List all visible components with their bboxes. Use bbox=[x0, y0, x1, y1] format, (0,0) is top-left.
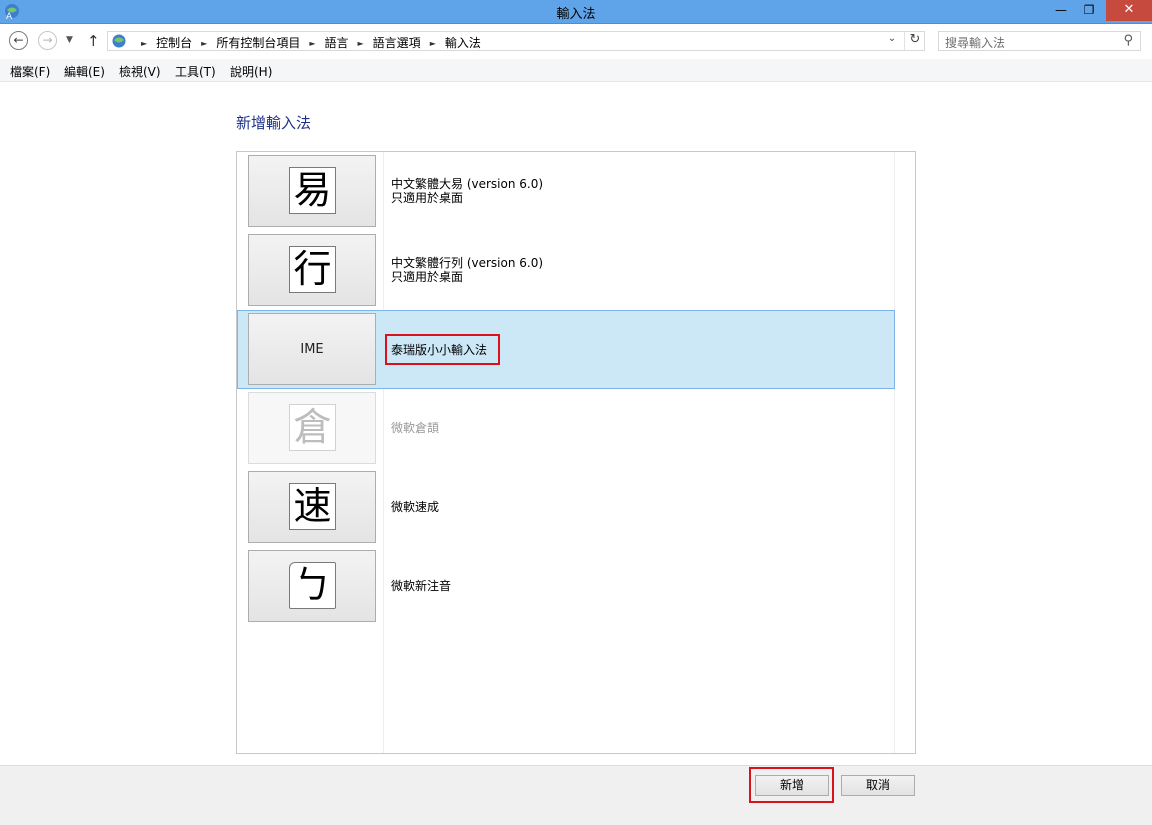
minimize-button[interactable]: — bbox=[1048, 0, 1074, 21]
up-button[interactable]: ↑ bbox=[87, 32, 100, 50]
search-icon: ⚲ bbox=[1123, 33, 1133, 48]
control-panel-icon bbox=[112, 34, 126, 48]
item-label: 中文繁體行列 (version 6.0) bbox=[391, 256, 544, 270]
breadcrumb-item[interactable]: 語言選項 bbox=[373, 36, 421, 50]
breadcrumb-item[interactable]: 語言 bbox=[325, 36, 349, 50]
list-item-text: 微軟速成 bbox=[391, 500, 439, 514]
breadcrumb: ► 控制台 ► 所有控制台項目 ► 語言 ► 語言選項 ► 輸入法 bbox=[132, 34, 481, 51]
breadcrumb-separator: ► bbox=[429, 39, 436, 48]
page-title: 新增輸入法 bbox=[236, 114, 312, 132]
ime-tile-xiaoxiao[interactable]: IME bbox=[248, 313, 376, 385]
list-item-text: 中文繁體行列 (version 6.0) 只適用於桌面 bbox=[391, 256, 543, 284]
arrow-up-icon: ↑ bbox=[87, 32, 100, 50]
recent-pages-button[interactable]: ▼ bbox=[66, 35, 73, 45]
quick-glyph-icon: 速 bbox=[289, 483, 336, 530]
close-button[interactable]: ✕ bbox=[1106, 0, 1152, 21]
arrow-right-icon: → bbox=[42, 33, 53, 47]
address-dropdown-button[interactable]: ⌄ bbox=[884, 33, 900, 44]
refresh-button[interactable]: ↻ bbox=[904, 32, 925, 50]
list-item-text: 中文繁體大易 (version 6.0) 只適用於桌面 bbox=[391, 177, 543, 205]
ime-tile-array[interactable]: 行 bbox=[248, 234, 376, 306]
dialog-footer bbox=[0, 765, 1152, 825]
breadcrumb-item[interactable]: 所有控制台項目 bbox=[216, 36, 300, 50]
breadcrumb-separator: ► bbox=[357, 39, 364, 48]
menu-tools[interactable]: 工具(T) bbox=[175, 63, 216, 80]
list-item-text: 微軟倉頡 bbox=[391, 421, 439, 435]
list-item-text: 微軟新注音 bbox=[391, 579, 451, 593]
breadcrumb-separator: ► bbox=[201, 39, 208, 48]
array-glyph-icon: 行 bbox=[289, 246, 336, 293]
search-input[interactable]: 搜尋輸入法 ⚲ bbox=[938, 31, 1141, 51]
back-button[interactable]: ← bbox=[9, 31, 28, 50]
address-row: ← → ▼ ↑ ► 控制台 ► 所有控制台項目 ► 語言 ► 語言選項 ► 輸入法 ⌄ ↻ 搜尋輸… bbox=[0, 24, 1152, 59]
item-sublabel: 只適用於桌面 bbox=[391, 191, 464, 205]
ime-tile-dayi[interactable]: 易 bbox=[248, 155, 376, 227]
item-sublabel: 只適用於桌面 bbox=[391, 270, 464, 284]
ime-tile-quick[interactable]: 速 bbox=[248, 471, 376, 543]
title-bar: A 輸入法 — ❐ ✕ bbox=[0, 0, 1152, 24]
menu-edit[interactable]: 編輯(E) bbox=[64, 63, 105, 80]
menu-view[interactable]: 檢視(V) bbox=[119, 63, 161, 80]
breadcrumb-separator: ► bbox=[141, 39, 148, 48]
item-label: 微軟新注音 bbox=[391, 579, 452, 593]
arrow-left-icon: ← bbox=[13, 33, 24, 47]
ime-generic-icon: IME bbox=[300, 342, 324, 357]
breadcrumb-item[interactable]: 輸入法 bbox=[445, 36, 481, 50]
cangjie-glyph-icon: 倉 bbox=[289, 404, 336, 451]
chevron-down-icon: ⌄ bbox=[887, 33, 897, 44]
address-bar[interactable]: ► 控制台 ► 所有控制台項目 ► 語言 ► 語言選項 ► 輸入法 ⌄ ↻ bbox=[107, 31, 925, 51]
item-label: 微軟倉頡 bbox=[391, 421, 440, 435]
annotation-highlight bbox=[749, 767, 834, 803]
menu-bar: 檔案(F) 編輯(E) 檢視(V) 工具(T) 說明(H) bbox=[0, 59, 1152, 82]
breadcrumb-separator: ► bbox=[309, 39, 316, 48]
chevron-down-icon: ▼ bbox=[66, 35, 73, 45]
menu-file[interactable]: 檔案(F) bbox=[10, 63, 50, 80]
search-placeholder: 搜尋輸入法 bbox=[945, 36, 1006, 50]
ime-tile-bopomofo[interactable]: ㄅ bbox=[248, 550, 376, 622]
ime-tile-cangjie: 倉 bbox=[248, 392, 376, 464]
menu-help[interactable]: 說明(H) bbox=[230, 63, 272, 80]
forward-button[interactable]: → bbox=[38, 31, 57, 50]
bopomofo-glyph-icon: ㄅ bbox=[289, 562, 336, 609]
item-label: 中文繁體大易 (version 6.0) bbox=[391, 177, 544, 191]
item-label: 微軟速成 bbox=[391, 500, 440, 514]
window-title: 輸入法 bbox=[556, 7, 596, 22]
annotation-highlight bbox=[385, 334, 500, 365]
restore-button[interactable]: ❐ bbox=[1076, 0, 1102, 21]
refresh-icon: ↻ bbox=[909, 32, 921, 47]
cancel-button[interactable]: 取消 bbox=[841, 775, 915, 796]
dayi-glyph-icon: 易 bbox=[289, 167, 336, 214]
breadcrumb-item[interactable]: 控制台 bbox=[156, 36, 192, 50]
column-divider bbox=[894, 152, 895, 753]
